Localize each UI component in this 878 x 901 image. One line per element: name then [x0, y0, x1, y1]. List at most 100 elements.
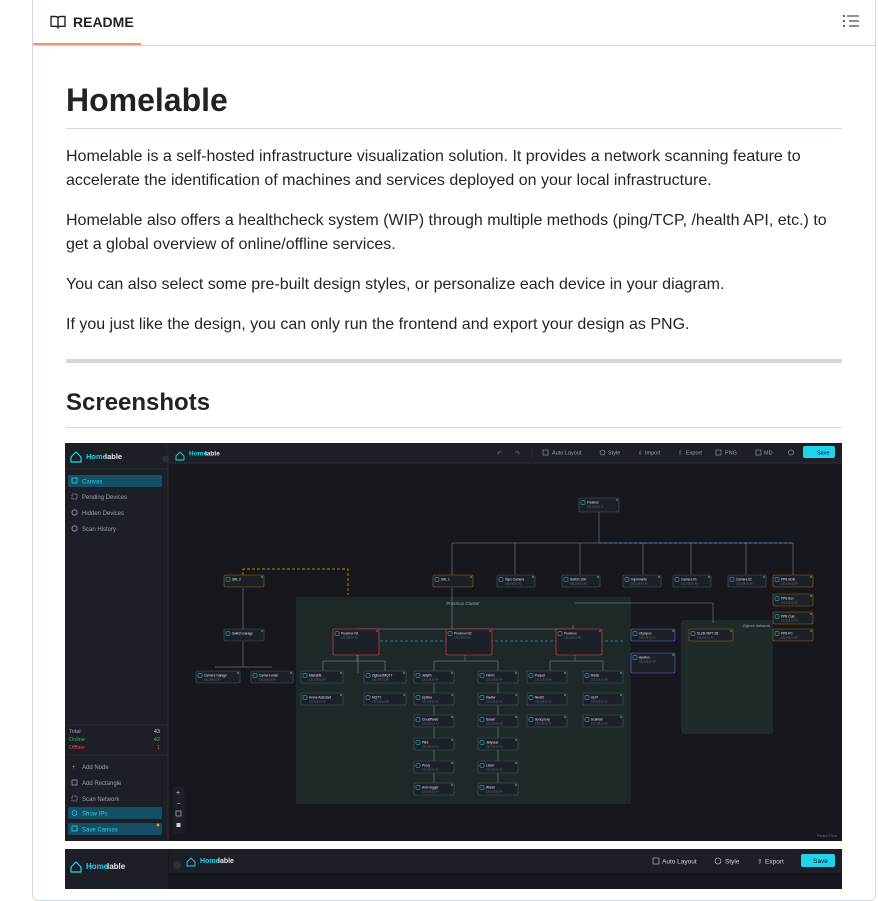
canvas-node[interactable]: SLZB-06P7 ZB192.168.10.40 — [688, 628, 734, 642]
node-label: Sonarr — [486, 718, 497, 722]
canvas-node[interactable]: PBS192.168.10.40 — [413, 737, 455, 751]
status-dot — [658, 576, 660, 578]
node-label: PPB PC — [781, 632, 793, 636]
canvas-node[interactable]: Scanlab192.168.10.40 — [582, 714, 624, 728]
node-ip: 192.168.10.40 — [639, 660, 656, 664]
plus-icon: + — [72, 765, 76, 771]
canvas-node[interactable]: Proxmox N1192.168.10.40 — [332, 628, 380, 656]
canvas-node[interactable]: Camera 01192.168.10.40 — [672, 574, 712, 588]
save-label: Save — [817, 451, 830, 457]
canvas-node[interactable]: Sonarr192.168.10.40 — [477, 714, 519, 728]
node-label: Paquet — [535, 674, 545, 678]
scan-network-button[interactable]: Scan Network — [82, 797, 120, 803]
canvas-node[interactable]: Proxmox192.168.10.40 — [555, 628, 603, 656]
canvas-node[interactable]: Home Assistant192.168.10.40 — [300, 692, 344, 706]
book-icon — [50, 15, 66, 34]
canvas-node[interactable]: Paquet192.168.10.40 — [526, 670, 568, 684]
node-label: Scanlab — [591, 718, 603, 722]
canvas-node[interactable]: Imprimante192.168.10.40 — [622, 574, 662, 588]
status-dot — [451, 716, 453, 718]
canvas-node[interactable]: Camera exter192.168.10.40 — [250, 670, 294, 684]
canvas-node[interactable]: Olympus192.168.10.40 — [630, 628, 676, 642]
canvas-node[interactable]: SRL 1 — [432, 574, 474, 588]
export-button[interactable]: Export — [686, 451, 702, 457]
canvas-node[interactable]: Filmin192.168.10.40 — [477, 670, 519, 684]
canvas-node[interactable]: Proxy192.168.10.40 — [413, 760, 455, 774]
node-ip: 192.168.10.10 — [587, 505, 604, 509]
undo-icon[interactable]: ↶ — [497, 450, 502, 457]
node-label: Home Assistant — [309, 696, 331, 700]
status-dot — [599, 630, 601, 632]
canvas-node[interactable]: Auto-logger192.168.10.40 — [413, 782, 455, 796]
canvas-node[interactable]: PPB PC192.168.10.40 — [772, 628, 814, 642]
node-label: Jellyfin — [422, 674, 432, 678]
canvas-node[interactable]: Vaultw192.168.10.40 — [477, 692, 519, 706]
nav-scan-history[interactable]: Scan History — [82, 527, 116, 533]
auto-layout-button[interactable]: Auto Layout — [552, 451, 582, 457]
node-label: Proxy — [422, 764, 431, 768]
canvas-node[interactable]: SRL 2 — [223, 574, 265, 588]
canvas-node[interactable]: Camera 02192.168.10.40 — [727, 574, 767, 588]
lock-icon[interactable] — [176, 823, 181, 827]
canvas-node[interactable]: Jellyseer192.168.10.40 — [477, 737, 519, 751]
zoom-out-icon[interactable]: − — [177, 801, 181, 808]
proxmox-cluster-zone[interactable] — [296, 597, 631, 804]
import-icon: ⇩ — [638, 450, 643, 457]
export-button-2[interactable]: Export — [765, 859, 784, 866]
add-node-button[interactable]: Add Node — [82, 765, 109, 771]
png-button[interactable]: PNG — [725, 451, 737, 457]
canvas-node[interactable]: Jellyfin192.168.10.40 — [413, 670, 455, 684]
readme-tab[interactable]: README — [33, 0, 141, 45]
node-ip: 192.168.10.40 — [486, 745, 503, 749]
canvas-node[interactable]: PPB Cuis192.168.10.40 — [772, 611, 814, 625]
collapse-sidebar-icon[interactable] — [162, 455, 170, 463]
canvas-node[interactable]: Camera Garage192.168.10.40 — [195, 670, 241, 684]
table-of-contents-icon[interactable] — [843, 14, 859, 33]
canvas-node[interactable]: Apollon192.168.10.40 — [630, 652, 676, 674]
nav-canvas[interactable]: Canvas — [82, 480, 102, 486]
status-dot — [403, 672, 405, 674]
canvas-node[interactable]: MQTT192.168.10.40 — [363, 692, 407, 706]
node-ip: 192.168.10.40 — [309, 700, 326, 704]
status-dot — [451, 762, 453, 764]
status-dot — [616, 499, 618, 501]
canvas-node[interactable]: Cloudflared192.168.10.40 — [413, 714, 455, 728]
canvas-node[interactable]: MariaDB192.168.10.40 — [300, 670, 344, 684]
canvas-node[interactable]: Switch Garage — [223, 628, 265, 642]
canvas-node[interactable]: Uptime192.168.10.40 — [413, 692, 455, 706]
react-flow-attribution[interactable]: React Flow — [817, 833, 837, 838]
canvas-node[interactable]: Switch 1Gb192.168.10.40 — [561, 574, 601, 588]
node-ip: 192.168.10.40 — [781, 582, 798, 586]
canvas-node[interactable]: Lidarr192.168.10.40 — [477, 760, 519, 774]
add-rectangle-button[interactable]: Add Rectangle — [82, 781, 122, 787]
canvas-node[interactable]: Proxmox N2192.168.10.40 — [445, 628, 493, 656]
auto-layout-button-2[interactable]: Auto Layout — [662, 859, 697, 866]
node-ip: 192.168.10.40 — [486, 768, 503, 772]
style-button-2[interactable]: Style — [725, 859, 740, 866]
canvas-node[interactable]: PPB Box192.168.10.40 — [772, 593, 814, 607]
status-dot — [470, 576, 472, 578]
canvas-node[interactable]: Nextcl192.168.10.40 — [526, 692, 568, 706]
node-ip: 192.168.10.40 — [422, 700, 439, 704]
canvas-node[interactable]: Radio192.168.10.40 — [582, 670, 624, 684]
canvas-node[interactable]: Syncproxy192.168.10.40 — [526, 714, 568, 728]
nav-hidden-devices[interactable]: Hidden Devices — [82, 511, 124, 517]
nav-pending-devices[interactable]: Pending Devices — [82, 495, 127, 501]
import-button[interactable]: Import — [645, 451, 661, 457]
canvas-node[interactable]: Zigbee2MQTT192.168.10.40 — [363, 670, 407, 684]
node-label: SRL 2 — [232, 578, 241, 582]
canvas-node[interactable]: Tapo Camera192.168.10.40 — [496, 574, 536, 588]
redo-icon[interactable]: ↷ — [515, 450, 520, 457]
style-button[interactable]: Style — [608, 451, 620, 457]
node-ip: 192.168.10.40 — [697, 636, 714, 640]
node-label: Camera 02 — [736, 578, 752, 582]
canvas-node[interactable]: PPB SDB192.168.10.40 — [772, 574, 814, 588]
collapse-sidebar-icon-2[interactable] — [173, 861, 181, 869]
canvas-node[interactable]: Wizarr192.168.10.40 — [477, 782, 519, 796]
md-button[interactable]: MD — [764, 451, 773, 457]
canvas-node[interactable]: GLPI192.168.10.40 — [582, 692, 624, 706]
status-dot — [564, 672, 566, 674]
zoom-in-icon[interactable]: + — [176, 790, 180, 797]
status-dot — [810, 613, 812, 615]
canvas-node[interactable]: Freebox192.168.10.10 — [578, 497, 620, 513]
